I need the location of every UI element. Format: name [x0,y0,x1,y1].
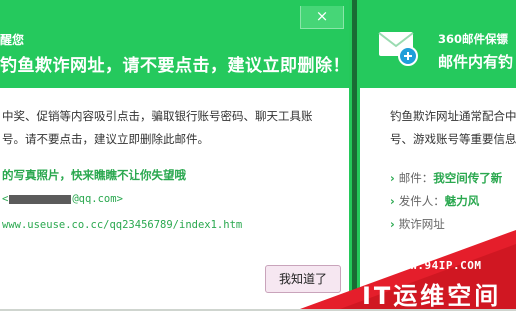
phishing-warning-popup: 醒您 钓鱼欺诈网址，请不要点击，建议立即删除！ × 中奖、促销等内容吸引点击，骗… [0,0,352,309]
sender-email: < @qq.com> [2,193,123,205]
description-line1: 钓鱼欺诈网址通常配合中 [390,109,516,123]
phishing-url: www.useuse.co.cc/qq23456789/index1.htm [2,219,243,231]
detail-mail: › 邮件：我空间传了新 [390,171,503,185]
envelope-shield-icon [378,32,418,66]
warning-title: 钓鱼欺诈网址，请不要点击，建议立即删除！ [0,56,350,76]
chevron-right-icon: › [390,194,395,208]
detail-sender: › 发件人：魅力风 [390,194,480,208]
mail-subject: 的写真照片，快来瞧瞧不让你失望哦 [2,168,186,182]
watermark-brand: IT运维空间 [362,282,502,310]
redacted-block [9,194,72,204]
warning-description-line1: 中奖、促销等内容吸引点击，骗取银行账号密码、聊天工具账 [2,109,313,123]
warning-title: 邮件内有钓 [438,53,514,71]
popup-header: 360邮件保镖 邮件内有钓 [360,0,516,88]
got-it-button[interactable]: 我知道了 [265,265,341,293]
sender-email-domain: @qq.com> [72,193,123,205]
watermark-site: WWW.94IP.COM [396,259,482,272]
popup-header: 醒您 钓鱼欺诈网址，请不要点击，建议立即删除！ × [0,0,349,88]
chevron-right-icon: › [390,217,395,231]
detail-phishing-url: › 欺诈网址 [390,217,445,231]
description-line2: 号、游戏账号等重要信息 [390,132,516,146]
sender-email-prefix: < [2,193,9,205]
close-icon: × [315,7,329,25]
close-button[interactable]: × [300,6,344,29]
header-prefix: 醒您 [0,33,25,47]
warning-description-line2: 号。请不要点击，建议立即删除此邮件。 [2,132,209,146]
product-name: 360邮件保镖 [438,32,509,46]
chevron-right-icon: › [390,171,395,185]
